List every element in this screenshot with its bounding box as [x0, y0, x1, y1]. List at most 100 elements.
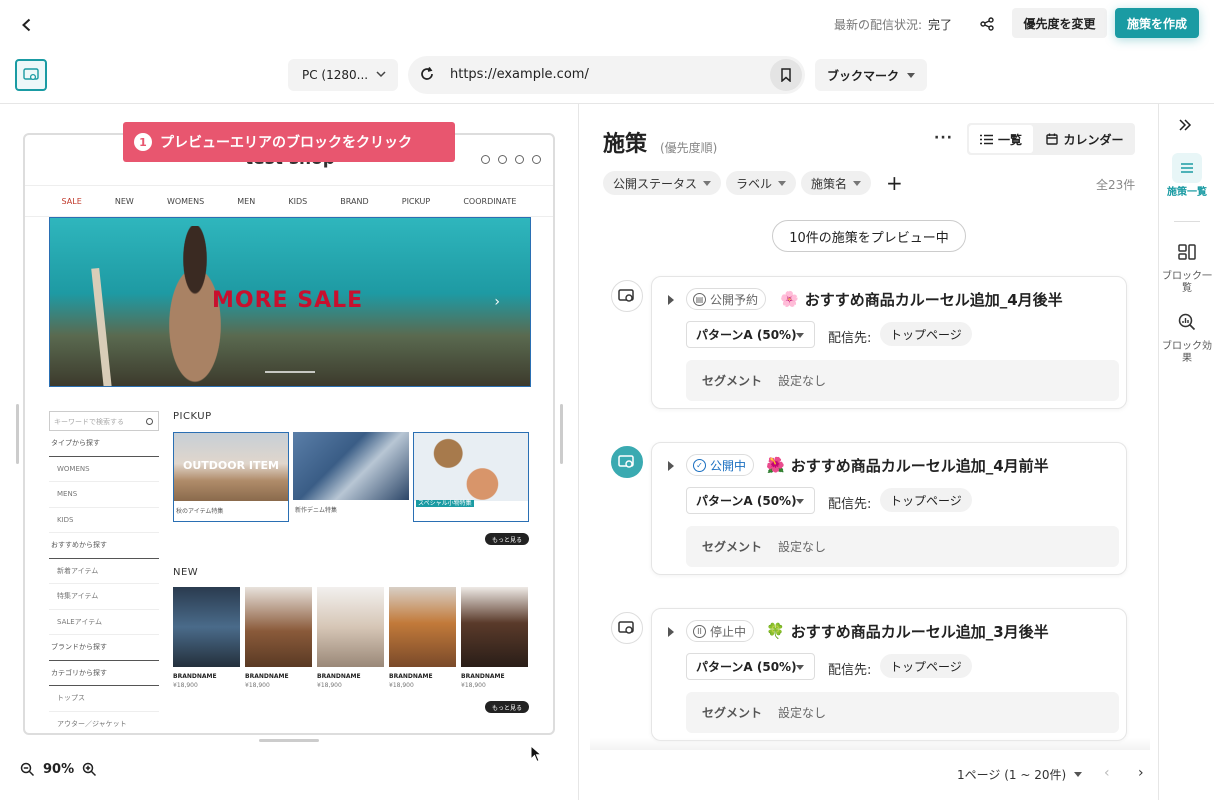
preview-visibility-icon[interactable]	[611, 446, 643, 478]
product-card[interactable]: BRANDNAME ¥18,900	[245, 587, 312, 697]
expand-toggle-icon[interactable]	[668, 627, 674, 637]
zoom-out-icon[interactable]	[20, 762, 35, 777]
zoom-in-icon[interactable]	[82, 762, 97, 777]
preview-frame[interactable]: test shop SALENEWWOMENSMENKIDSBRANDPICKU…	[23, 133, 555, 735]
shop-side-menu-item[interactable]: アウター／ジャケット	[49, 712, 159, 734]
campaign-card[interactable]: ✓ 公開中 🌺 おすすめ商品カルーセル追加_4月前半 パターンA (50%) 配信先: トッ…	[651, 442, 1127, 575]
expand-toggle-icon[interactable]	[668, 461, 674, 471]
pickup-card[interactable]: OUTDOOR ITEM 秋のアイテム特集	[173, 432, 289, 522]
rail-item-block-effect[interactable]: ブロック効果	[1160, 307, 1214, 365]
shop-side-menu-item[interactable]: カテゴリから探す	[49, 661, 159, 686]
campaign-card[interactable]: II 停止中 🍀 おすすめ商品カルーセル追加_3月後半 パターンA (50%) 配信先: ト…	[651, 608, 1127, 741]
pickup-card[interactable]: 新作デニム特集	[293, 432, 409, 522]
segment-box[interactable]: セグメント 設定なし	[686, 360, 1119, 401]
product-card[interactable]: BRANDNAME ¥18,900	[461, 587, 528, 697]
chevron-right-icon[interactable]: ›	[494, 294, 500, 310]
segment-box[interactable]: セグメント 設定なし	[686, 526, 1119, 567]
filter-name[interactable]: 施策名	[801, 171, 872, 195]
view-list-button[interactable]: 一覧	[969, 125, 1033, 153]
shop-nav-item[interactable]: BRAND	[340, 197, 368, 206]
status-text: 公開中	[710, 458, 747, 473]
resize-handle-bottom[interactable]	[259, 739, 319, 742]
rail-item-blocks[interactable]: ブロック一覧	[1160, 237, 1214, 295]
back-icon[interactable]	[14, 12, 40, 38]
more-button[interactable]: もっと見る	[485, 701, 529, 713]
next-page-icon[interactable]: ›	[1138, 765, 1144, 781]
preview-count-pill[interactable]: 10件の施策をプレビュー中	[772, 220, 966, 252]
rail-item-campaigns[interactable]: 施策一覧	[1160, 153, 1214, 199]
status-text: 公開予約	[710, 292, 759, 307]
more-button[interactable]: もっと見る	[485, 533, 529, 545]
campaign-title[interactable]: 🌺 おすすめ商品カルーセル追加_4月前半	[766, 454, 1049, 476]
product-price: ¥18,900	[173, 682, 198, 689]
campaign-title[interactable]: 🍀 おすすめ商品カルーセル追加_3月後半	[766, 620, 1049, 642]
blocks-icon	[1172, 237, 1202, 267]
delivery-status: 最新の配信状況: 完了	[834, 16, 952, 33]
create-campaign-button[interactable]: 施策を作成	[1115, 8, 1199, 38]
view-calendar-button[interactable]: カレンダー	[1037, 125, 1133, 153]
shop-search-input[interactable]: キーワードで検索する	[49, 411, 159, 431]
bookmark-icon[interactable]	[770, 59, 802, 91]
shop-side-menu-item[interactable]: MENS	[49, 482, 159, 508]
device-select[interactable]: PC (1280...	[288, 59, 398, 91]
shop-side-menu-item[interactable]: トップス	[49, 686, 159, 712]
destination-label: 配信先:	[828, 497, 872, 512]
collapse-icon[interactable]	[1178, 118, 1192, 132]
filter-status[interactable]: 公開ステータス	[603, 171, 722, 195]
url-bar[interactable]: https://example.com/	[408, 56, 805, 94]
product-brand: BRANDNAME	[389, 673, 433, 680]
pattern-select[interactable]: パターンA (50%)	[686, 487, 815, 514]
shop-side-menu-item[interactable]: 新着アイテム	[49, 559, 159, 584]
shop-nav-item[interactable]: MEN	[237, 197, 255, 206]
pattern-select[interactable]: パターンA (50%)	[686, 653, 815, 680]
product-card[interactable]: BRANDNAME ¥18,900	[317, 587, 384, 697]
preview-visibility-icon[interactable]	[611, 280, 643, 312]
shop-nav-item[interactable]: SALE	[62, 197, 82, 206]
pickup-label: PICKUP	[173, 411, 212, 422]
campaign-card[interactable]: ▤ 公開予約 🌸 おすすめ商品カルーセル追加_4月後半 パターンA (50%) 配信先: ト…	[651, 276, 1127, 409]
shop-side-menu-item[interactable]: WOMENS	[49, 457, 159, 482]
shop-nav-item[interactable]: KIDS	[288, 197, 307, 206]
shop-nav-item[interactable]: WOMENS	[167, 197, 204, 206]
product-card[interactable]: BRANDNAME ¥18,900	[173, 587, 240, 697]
delivery-status-label: 最新の配信状況:	[833, 18, 922, 32]
preview-toggle-button[interactable]	[15, 59, 47, 91]
preview-visibility-icon[interactable]	[611, 612, 643, 644]
shop-nav-item[interactable]: NEW	[115, 197, 134, 206]
divider	[1158, 103, 1159, 800]
heart-icon[interactable]	[498, 155, 507, 164]
cart-icon[interactable]	[515, 155, 524, 164]
pagination[interactable]: 1ページ (1 ~ 20件)	[957, 766, 1083, 783]
carousel-indicator[interactable]	[265, 371, 315, 373]
change-priority-button[interactable]: 優先度を変更	[1012, 8, 1107, 38]
shop-nav-item[interactable]: COORDINATE	[463, 197, 516, 206]
hero-banner[interactable]: MORE SALE ›	[49, 217, 531, 387]
resize-handle-left[interactable]	[16, 404, 19, 464]
pattern-select[interactable]: パターンA (50%)	[686, 321, 815, 348]
prev-page-icon[interactable]: ‹	[1104, 765, 1110, 781]
product-card[interactable]: BRANDNAME ¥18,900	[389, 587, 456, 697]
shop-side-menu-item[interactable]: おすすめから探す	[49, 533, 159, 559]
url-input[interactable]: https://example.com/	[450, 67, 589, 82]
shop-nav-item[interactable]: PICKUP	[402, 197, 430, 206]
user-icon[interactable]	[481, 155, 490, 164]
shop-side-menu-item[interactable]: SALEアイテム	[49, 610, 159, 635]
segment-box[interactable]: セグメント 設定なし	[686, 692, 1119, 733]
resize-handle-right[interactable]	[560, 404, 563, 464]
shop-side-menu-item[interactable]: 特集アイテム	[49, 584, 159, 610]
shop-side-menu: キーワードで検索する タイプから探す WOMENS MENS KIDS おすすめから探す…	[49, 411, 159, 734]
add-filter-button[interactable]: +	[886, 171, 903, 195]
product-image	[317, 587, 384, 667]
filter-label[interactable]: ラベル	[726, 171, 797, 195]
expand-toggle-icon[interactable]	[668, 295, 674, 305]
shop-side-menu-item[interactable]: タイプから探す	[49, 431, 159, 457]
shop-header-icons	[481, 155, 541, 164]
shop-side-menu-item[interactable]: ブランドから探す	[49, 635, 159, 661]
search-icon[interactable]	[532, 155, 541, 164]
share-icon[interactable]	[973, 10, 1001, 38]
pickup-card[interactable]: スペシャル小物特集	[413, 432, 529, 522]
shop-side-menu-item[interactable]: KIDS	[49, 508, 159, 533]
campaign-title[interactable]: 🌸 おすすめ商品カルーセル追加_4月後半	[780, 288, 1063, 310]
more-menu-icon[interactable]: ···	[934, 130, 953, 146]
bookmark-dropdown[interactable]: ブックマーク	[815, 59, 927, 91]
